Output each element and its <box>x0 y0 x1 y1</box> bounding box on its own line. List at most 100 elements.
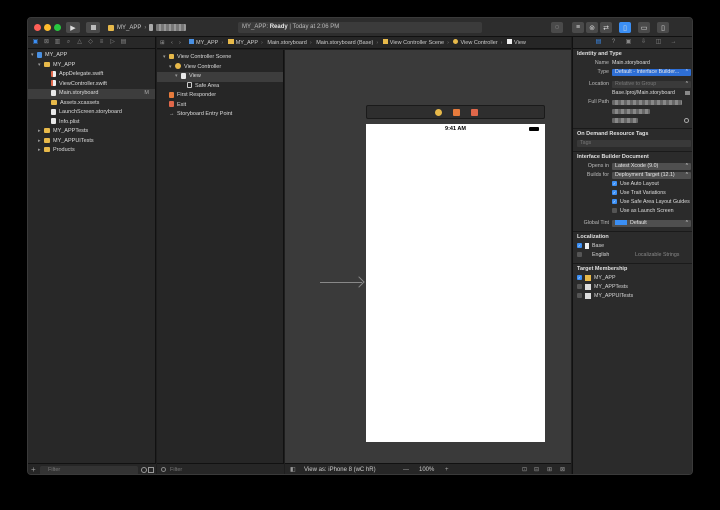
run-button[interactable]: ▶ <box>66 22 80 33</box>
pin-icon[interactable]: ⊠ <box>560 464 565 474</box>
search-icon[interactable]: ⌕ <box>65 39 72 46</box>
storyboard-canvas[interactable]: 9:41 AM <box>285 50 571 463</box>
navigator-filter-input[interactable]: Filter <box>40 466 138 474</box>
zoom-in-button[interactable]: + <box>445 464 449 474</box>
tree-row-file[interactable]: ViewController.swift <box>28 80 155 90</box>
checkbox-unchecked-icon[interactable] <box>577 252 582 258</box>
sidebar-toggle-icon[interactable]: ◧ <box>290 464 296 474</box>
zoom-out-button[interactable]: — <box>403 464 409 474</box>
help-icon[interactable]: ? <box>610 39 617 46</box>
close-window-button[interactable] <box>34 24 41 31</box>
breadcrumb-item[interactable]: Main.storyboard <box>267 40 306 46</box>
tree-row-file[interactable]: AppDelegate.swift <box>28 70 155 80</box>
outline-row-entry-point[interactable]: → Storyboard Entry Point <box>157 110 283 120</box>
folder-icon[interactable]: ▣ <box>32 39 39 46</box>
checkbox-checked-icon[interactable]: ✓ <box>612 199 617 205</box>
symbol-icon[interactable]: ▥ <box>54 39 61 46</box>
folder-icon[interactable] <box>685 91 690 95</box>
identity-icon[interactable]: ▣ <box>625 39 632 46</box>
tree-row-group[interactable]: ▸ MY_APPUITests <box>28 137 155 147</box>
outline-filter-input[interactable]: Filter <box>170 464 182 474</box>
connections-icon[interactable]: → <box>670 39 677 46</box>
localization-row[interactable]: ✓ Base <box>573 242 692 251</box>
breadcrumb-item[interactable]: View <box>514 40 526 46</box>
iphone-view[interactable]: 9:41 AM <box>366 124 545 442</box>
toggle-navigator-button[interactable]: ▯ <box>619 22 631 33</box>
checkbox-checked-icon[interactable]: ✓ <box>577 243 582 249</box>
align-icon[interactable]: ⊞ <box>547 464 552 474</box>
forward-arrow-icon[interactable]: › <box>179 37 181 48</box>
minimize-window-button[interactable] <box>44 24 51 31</box>
auto-layout-row[interactable]: ✓ Use Auto Layout <box>573 180 692 189</box>
outline-row-view-controller[interactable]: ▾ View Controller <box>157 63 283 73</box>
trait-variations-row[interactable]: ✓ Use Trait Variations <box>573 189 692 198</box>
tree-row-file-selected[interactable]: Main.storyboard M <box>28 89 155 99</box>
view-as-button[interactable]: View as: iPhone 8 (wC hR) <box>304 464 376 474</box>
outline-row-safe-area[interactable]: Safe Area <box>157 82 283 92</box>
test-icon[interactable]: ◇ <box>87 39 94 46</box>
breadcrumb-item[interactable]: MY_APP <box>236 40 258 46</box>
breadcrumb-item[interactable]: View Controller Scene <box>390 40 444 46</box>
location-popup[interactable]: Relative to Group <box>612 81 691 88</box>
entry-point-arrow[interactable] <box>320 282 362 283</box>
stack-icon[interactable]: ⊟ <box>534 464 539 474</box>
name-field[interactable]: Main.storyboard <box>612 59 650 68</box>
tree-row-project[interactable]: ▾ MY_APP <box>28 51 155 61</box>
view-controller-icon[interactable] <box>435 109 442 116</box>
breadcrumb-item[interactable]: View Controller <box>460 40 497 46</box>
stop-button[interactable] <box>86 22 100 33</box>
assistant-editor-button[interactable]: ⊚ <box>586 22 598 33</box>
safe-area-row[interactable]: ✓ Use Safe Area Layout Guides <box>573 198 692 207</box>
toggle-debug-button[interactable]: ▭ <box>638 22 650 33</box>
source-control-icon[interactable]: ⊠ <box>43 39 50 46</box>
zoom-window-button[interactable] <box>54 24 61 31</box>
breadcrumb-item[interactable]: Main.storyboard (Base) <box>316 40 373 46</box>
target-row[interactable]: MY_APPTests <box>573 283 692 292</box>
exit-icon[interactable] <box>471 109 478 116</box>
tree-row-group[interactable]: ▸ Products <box>28 146 155 156</box>
first-responder-icon[interactable] <box>453 109 460 116</box>
localization-row[interactable]: English Localizable Strings <box>573 251 692 260</box>
breadcrumb-item[interactable]: MY_APP <box>196 40 218 46</box>
target-row[interactable]: ✓ MY_APP <box>573 274 692 283</box>
related-items-icon[interactable]: ⊞ <box>160 37 165 48</box>
tree-row-group[interactable]: ▾ MY_APP <box>28 61 155 71</box>
tree-row-file[interactable]: LaunchScreen.storyboard <box>28 108 155 118</box>
breakpoint-icon[interactable]: ▷ <box>109 39 116 46</box>
file-inspector-icon[interactable]: ▤ <box>595 39 602 46</box>
filter-options-icon[interactable] <box>148 467 154 473</box>
global-tint-popup[interactable]: Default <box>612 220 691 227</box>
size-icon[interactable]: ◫ <box>655 39 662 46</box>
update-frames-icon[interactable]: ⊡ <box>522 464 527 474</box>
toggle-inspector-button[interactable]: ▯ <box>657 22 669 33</box>
outline-row-exit[interactable]: Exit <box>157 101 283 111</box>
scene-dock[interactable] <box>366 105 545 119</box>
warning-icon[interactable]: △ <box>76 39 83 46</box>
tags-field[interactable]: Tags <box>577 140 691 147</box>
tree-row-file[interactable]: Assets.xcassets <box>28 99 155 109</box>
checkbox-checked-icon[interactable]: ✓ <box>577 275 582 281</box>
report-icon[interactable]: ▤ <box>120 39 127 46</box>
library-button[interactable]: ◌ <box>551 22 563 33</box>
attributes-icon[interactable]: ⇩ <box>640 39 647 46</box>
builds-for-popup[interactable]: Deployment Target (12.1) <box>612 172 691 179</box>
checkbox-checked-icon[interactable]: ✓ <box>612 190 617 196</box>
debug-icon[interactable]: ≡ <box>98 39 105 46</box>
back-arrow-icon[interactable]: ‹ <box>171 37 173 48</box>
outline-row-view-selected[interactable]: ▾ View <box>157 72 283 82</box>
opens-in-popup[interactable]: Latest Xcode (9.0) <box>612 163 691 170</box>
checkbox-checked-icon[interactable]: ✓ <box>612 181 617 187</box>
launch-screen-row[interactable]: Use as Launch Screen <box>573 207 692 216</box>
tree-row-file[interactable]: Info.plist <box>28 118 155 128</box>
type-popup[interactable]: Default - Interface Builder... <box>612 69 691 76</box>
add-icon[interactable]: + <box>31 465 36 474</box>
outline-row-scene[interactable]: ▾ View Controller Scene <box>157 53 283 63</box>
target-row[interactable]: MY_APPUITests <box>573 292 692 301</box>
reveal-arrow-icon[interactable] <box>684 118 689 123</box>
standard-editor-button[interactable]: ≡ <box>572 22 584 33</box>
checkbox-unchecked-icon[interactable] <box>577 284 582 290</box>
outline-row-first-responder[interactable]: First Responder <box>157 91 283 101</box>
checkbox-unchecked-icon[interactable] <box>577 293 582 299</box>
recent-files-icon[interactable] <box>141 467 147 473</box>
tree-row-group[interactable]: ▸ MY_APPTests <box>28 127 155 137</box>
